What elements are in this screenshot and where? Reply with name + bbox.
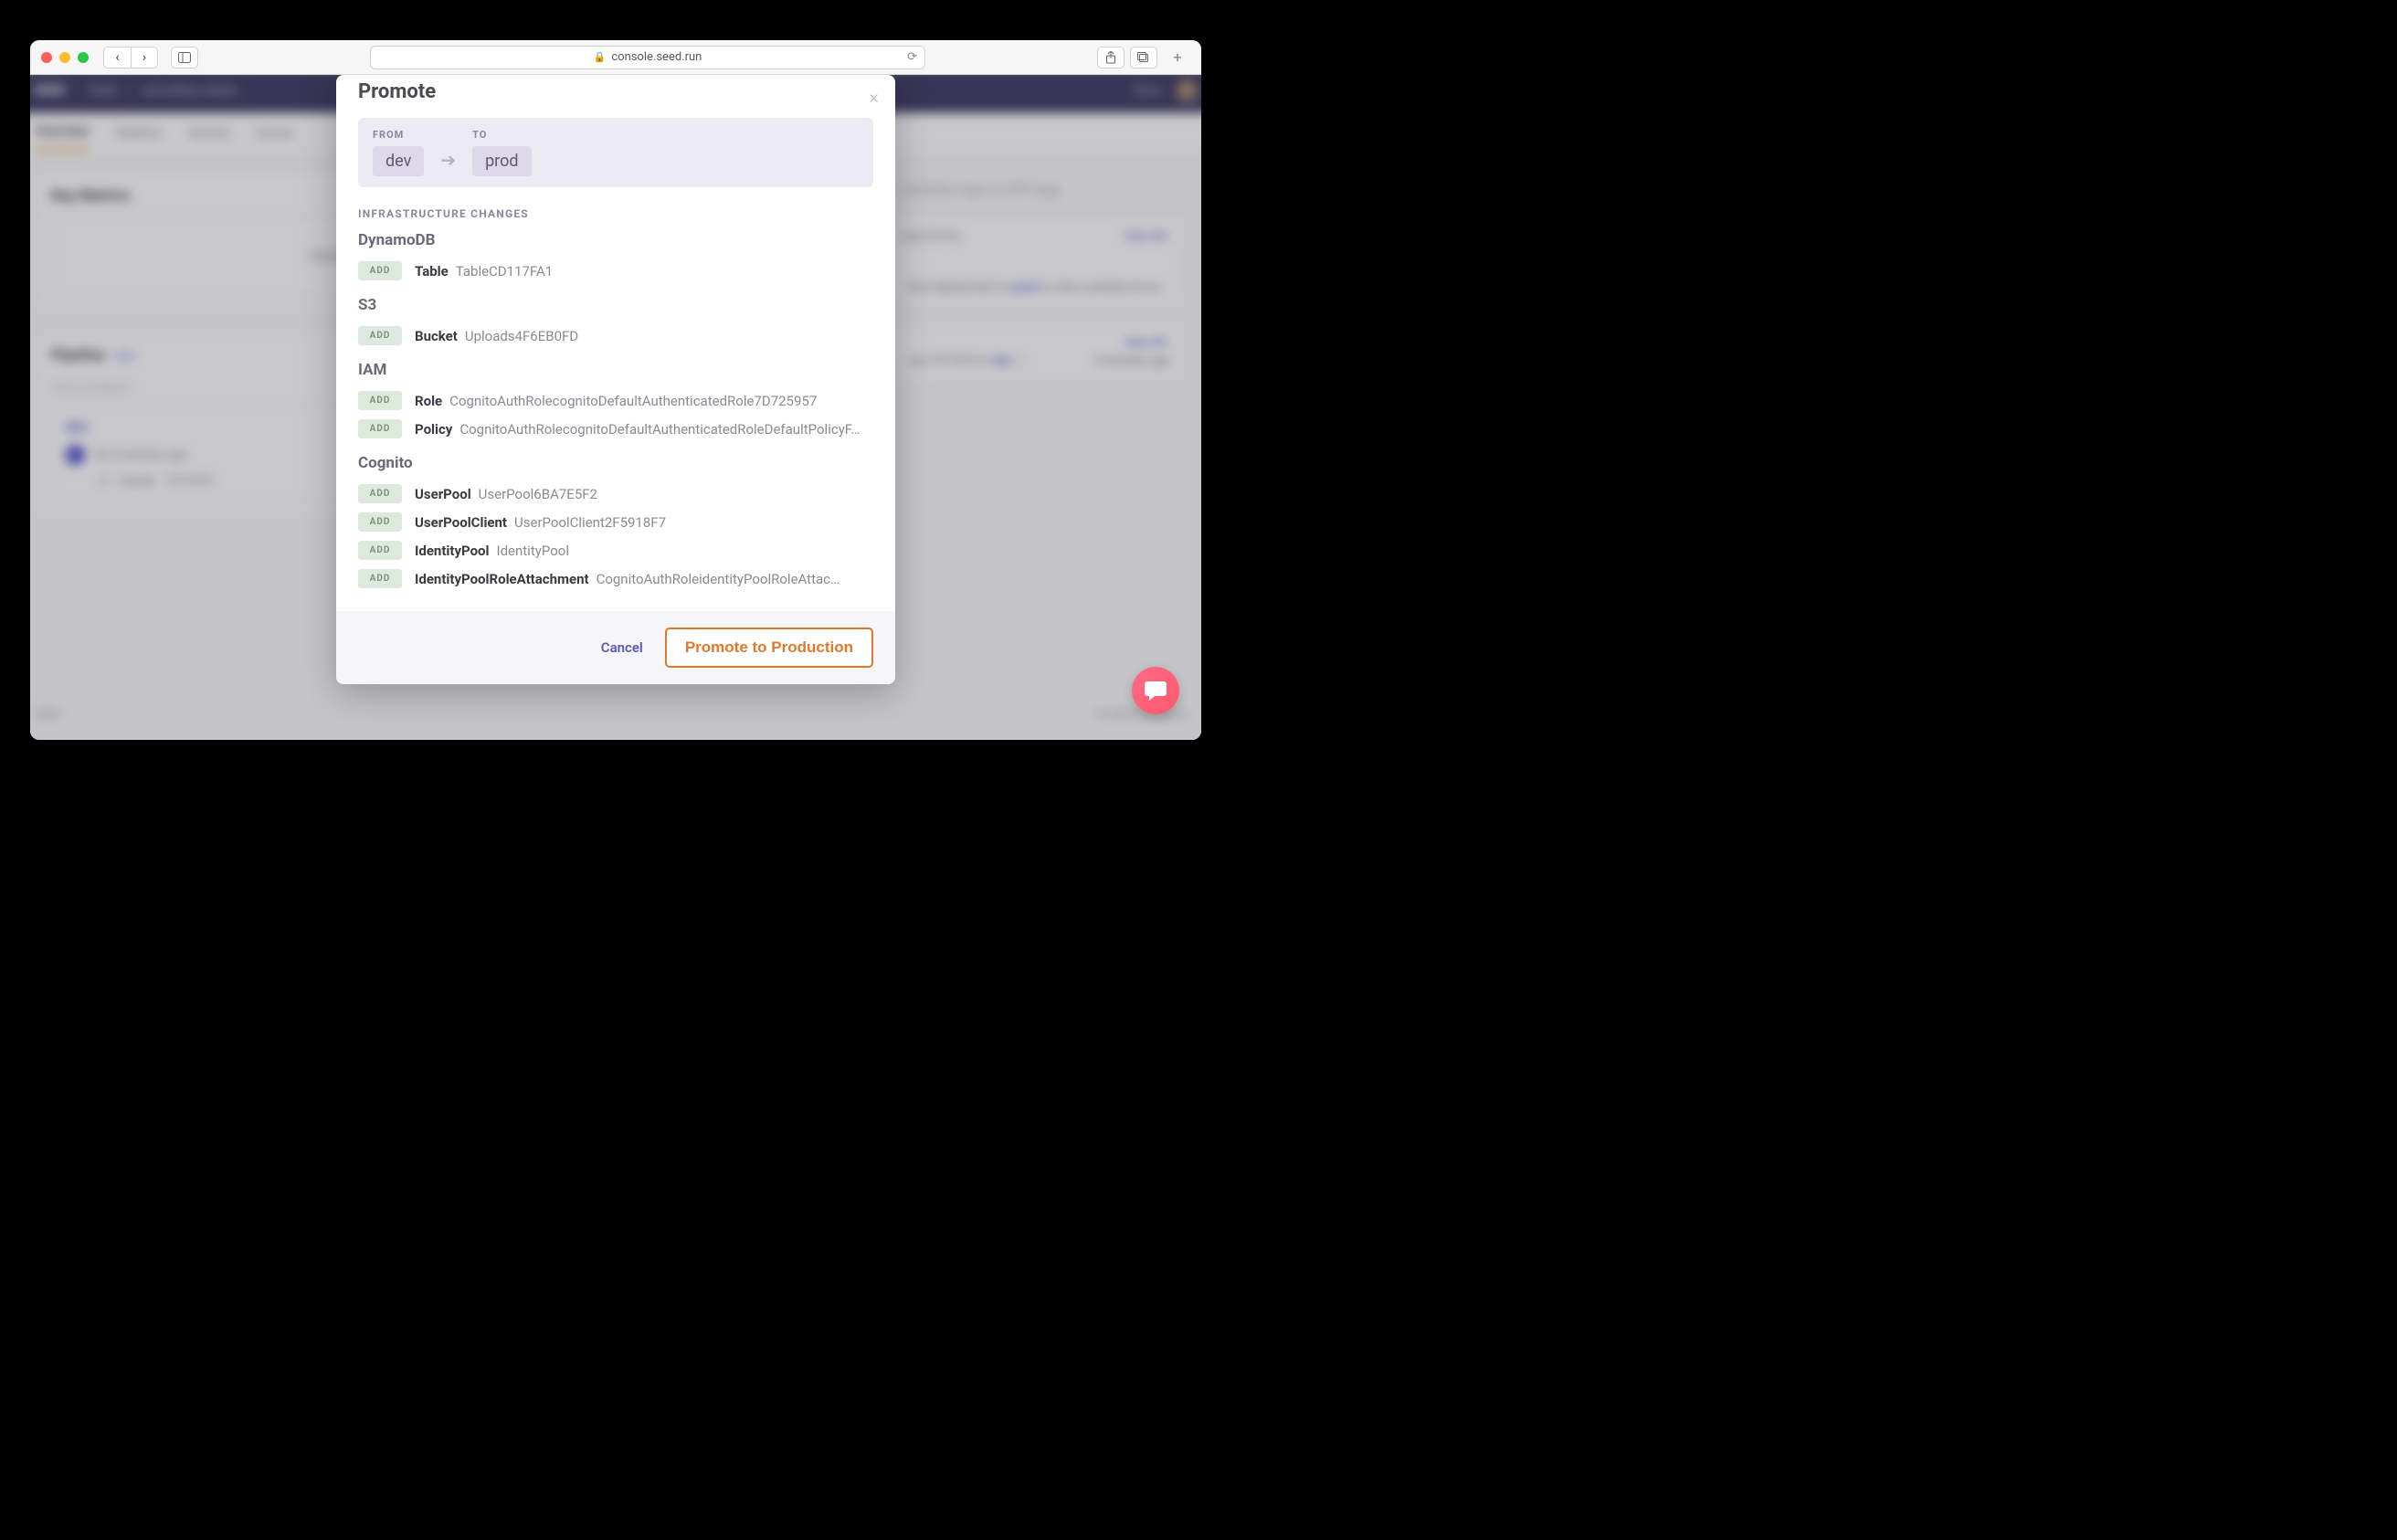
infra-changes-label: INFRASTRUCTURE CHANGES	[358, 207, 873, 220]
resource-id: UserPool6BA7E5F2	[479, 486, 597, 502]
nav-back-forward: ‹ ›	[103, 47, 158, 69]
back-button[interactable]: ‹	[103, 47, 131, 69]
resource-type: IdentityPoolRoleAttachment	[415, 571, 589, 587]
to-label: TO	[472, 129, 531, 141]
change-row: ADD IdentityPoolRoleAttachment CognitoAuth…	[358, 564, 873, 593]
promote-to-production-button[interactable]: Promote to Production	[665, 628, 873, 668]
cancel-button[interactable]: Cancel	[601, 639, 643, 656]
chat-widget-button[interactable]	[1132, 667, 1179, 714]
change-row: ADD Bucket Uploads4F6EB0FD	[358, 322, 873, 350]
titlebar-right	[1097, 47, 1157, 69]
change-action-badge: ADD	[358, 512, 402, 532]
change-row: ADD Policy CognitoAuthRolecognitoDefaultAu…	[358, 415, 873, 443]
change-action-badge: ADD	[358, 419, 402, 438]
from-stage: dev	[373, 146, 424, 176]
resource-type: IdentityPool	[415, 543, 490, 559]
window-controls	[41, 52, 89, 63]
arrow-right-icon: ➔	[440, 149, 456, 171]
service-name: IAM	[358, 361, 873, 379]
resource-id: CognitoAuthRoleidentityPoolRoleAttac…	[597, 571, 839, 587]
resource-id: CognitoAuthRolecognitoDefaultAuthenticat…	[459, 421, 860, 438]
from-to-box: FROM dev ➔ TO prod	[358, 118, 873, 187]
promote-modal: Promote × FROM dev ➔ TO prod INFRASTRUCT…	[336, 75, 895, 684]
change-row: ADD UserPool UserPool6BA7E5F2	[358, 480, 873, 508]
resource-type: Role	[415, 393, 442, 409]
resource-type: Table	[415, 263, 449, 280]
resource-id: Uploads4F6EB0FD	[465, 328, 578, 344]
maximize-window-button[interactable]	[78, 52, 89, 63]
close-icon[interactable]: ×	[870, 86, 879, 108]
change-action-badge: ADD	[358, 569, 402, 588]
change-row: ADD IdentityPool IdentityPool	[358, 536, 873, 564]
browser-titlebar: ‹ › 🔒 console.seed.run ⟳ +	[30, 40, 1201, 75]
resource-type: Bucket	[415, 328, 458, 344]
lock-icon: 🔒	[594, 51, 607, 63]
forward-button[interactable]: ›	[131, 47, 158, 69]
from-label: FROM	[373, 129, 424, 141]
share-button[interactable]	[1097, 47, 1125, 69]
to-stage: prod	[472, 146, 531, 176]
change-action-badge: ADD	[358, 484, 402, 503]
reload-icon[interactable]: ⟳	[907, 50, 917, 64]
modal-footer: Cancel Promote to Production	[336, 611, 895, 684]
change-action-badge: ADD	[358, 391, 402, 410]
change-row: ADD Role CognitoAuthRolecognitoDefaultAuth…	[358, 386, 873, 415]
tabs-button[interactable]	[1130, 47, 1157, 69]
change-action-badge: ADD	[358, 326, 402, 345]
resource-id: TableCD117FA1	[456, 263, 553, 280]
resource-type: Policy	[415, 421, 452, 438]
resource-type: UserPoolClient	[415, 514, 507, 531]
resource-id: IdentityPool	[497, 543, 569, 559]
service-name: S3	[358, 296, 873, 314]
url-text: console.seed.run	[611, 50, 702, 64]
page-content: SEED › frank / serverless-stack... Docs …	[30, 75, 1201, 740]
sidebar-toggle-button[interactable]	[171, 47, 198, 69]
close-window-button[interactable]	[41, 52, 52, 63]
change-action-badge: ADD	[358, 541, 402, 560]
change-row: ADD UserPoolClient UserPoolClient2F5918F7	[358, 508, 873, 536]
modal-title: Promote	[358, 80, 873, 103]
browser-window: ‹ › 🔒 console.seed.run ⟳ + SEED ›	[30, 40, 1201, 740]
change-action-badge: ADD	[358, 261, 402, 280]
minimize-window-button[interactable]	[59, 52, 70, 63]
service-name: Cognito	[358, 454, 873, 472]
address-bar[interactable]: 🔒 console.seed.run ⟳	[370, 46, 925, 69]
new-tab-button[interactable]: +	[1165, 40, 1190, 75]
service-name: DynamoDB	[358, 231, 873, 249]
resource-type: UserPool	[415, 486, 471, 502]
resource-id: CognitoAuthRolecognitoDefaultAuthenticat…	[449, 393, 817, 409]
resource-id: UserPoolClient2F5918F7	[514, 514, 666, 531]
change-row: ADD Table TableCD117FA1	[358, 257, 873, 285]
